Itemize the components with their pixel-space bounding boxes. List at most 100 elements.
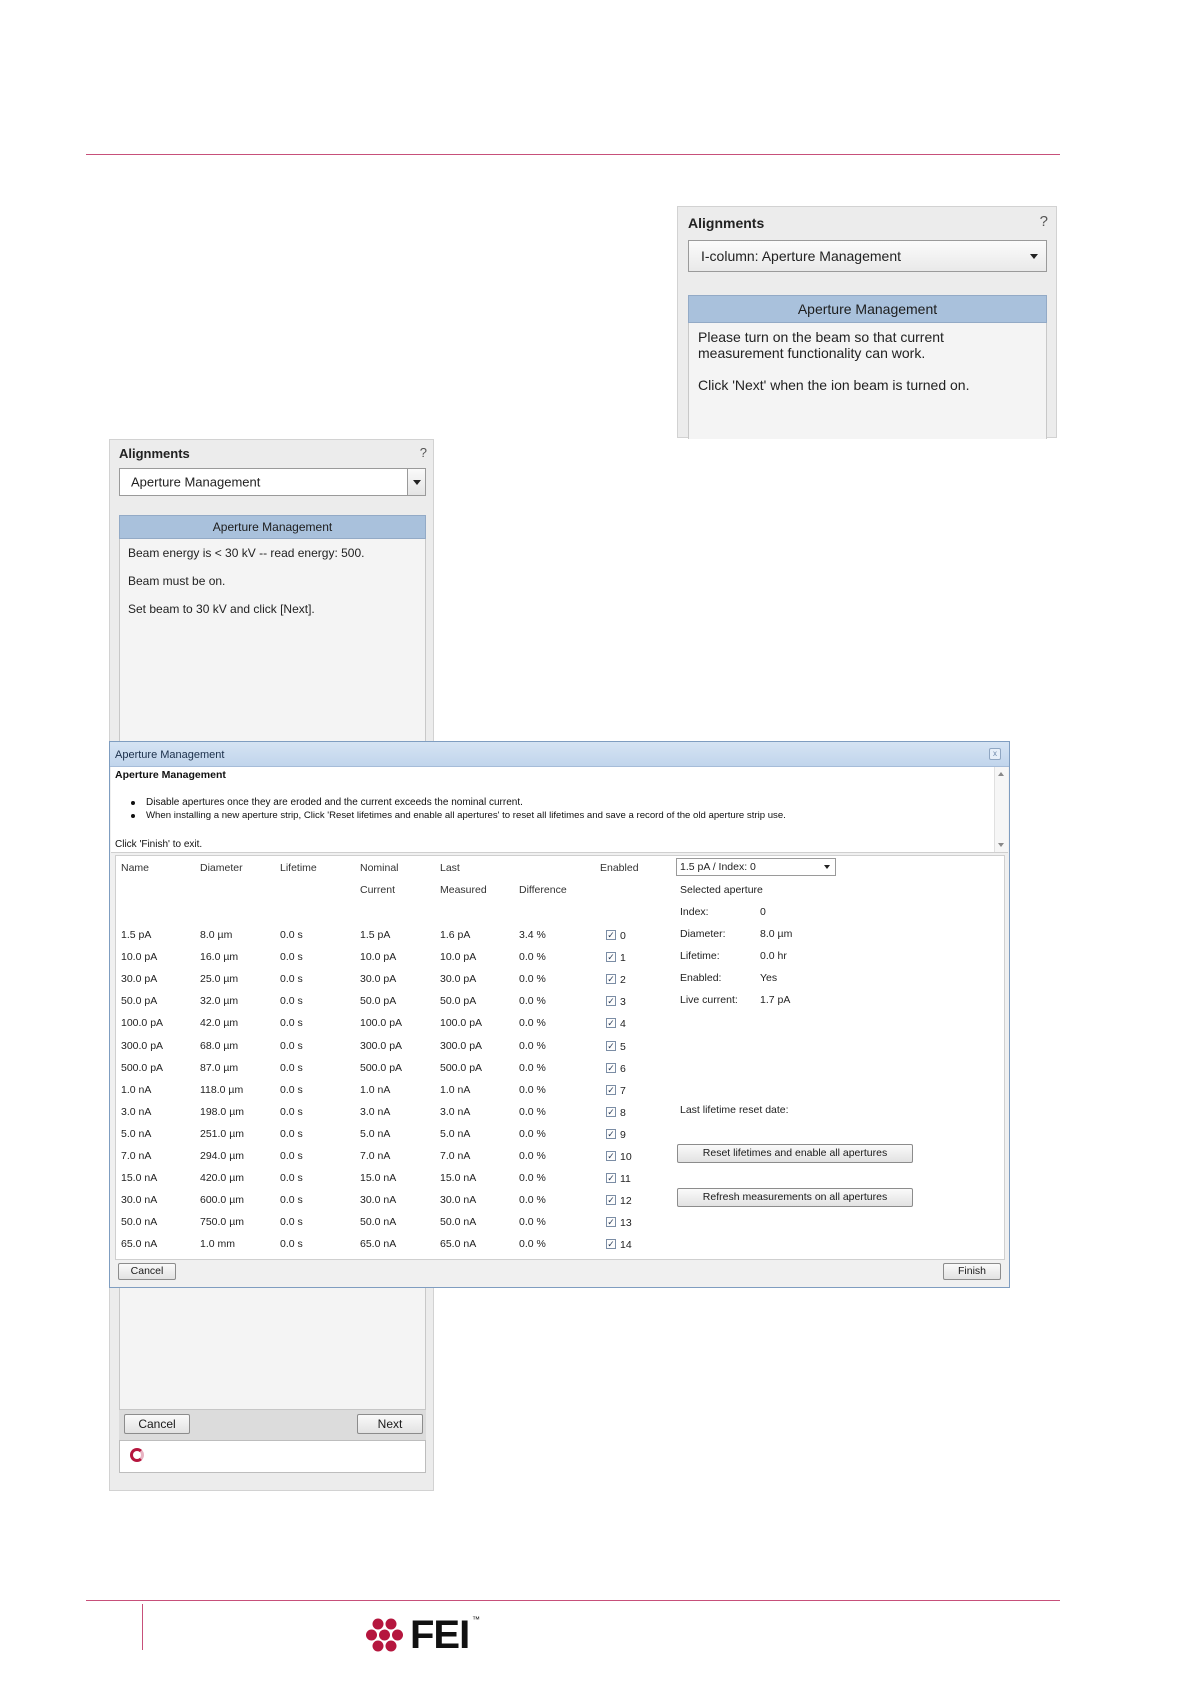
cell-nominal-current: 30.0 pA xyxy=(360,973,397,986)
refresh-measurements-button[interactable]: Refresh measurements on all apertures xyxy=(677,1188,913,1207)
aperture-index: 3 xyxy=(620,996,626,1009)
table-row[interactable]: 100.0 pA 42.0 µm 0.0 s 100.0 pA 100.0 pA 0.0 … xyxy=(116,1014,676,1036)
enabled-checkbox[interactable]: ✓ xyxy=(606,1217,616,1228)
enabled-checkbox[interactable]: ✓ xyxy=(606,1084,616,1095)
selected-aperture-heading: Selected aperture xyxy=(680,884,763,896)
aperture-index: 0 xyxy=(620,930,626,942)
bullet-icon xyxy=(131,814,135,818)
cell-diameter: 600.0 µm xyxy=(200,1194,244,1207)
table-row[interactable]: 50.0 nA 750.0 µm 0.0 s 50.0 nA 50.0 nA 0.0 % ✓… xyxy=(116,1213,676,1235)
col-header-last: Last xyxy=(440,862,460,874)
table-row[interactable]: 1.5 pA 8.0 µm 0.0 s 1.5 pA 1.6 pA 3.4 % ✓ 0 xyxy=(116,926,676,948)
cell-nominal-current: 500.0 pA xyxy=(360,1061,403,1074)
aperture-table-area: Name Diameter Lifetime Nominal Current L… xyxy=(115,855,1005,1260)
table-row[interactable]: 15.0 nA 420.0 µm 0.0 s 15.0 nA 15.0 nA 0.0 % ✓… xyxy=(116,1169,676,1191)
enabled-checkbox[interactable]: ✓ xyxy=(606,1151,616,1161)
help-icon[interactable]: ? xyxy=(420,445,427,460)
alignment-dropdown[interactable]: I-column: Aperture Management xyxy=(688,240,1047,272)
aperture-index: 9 xyxy=(620,1128,626,1141)
table-row[interactable]: 30.0 nA 600.0 µm 0.0 s 30.0 nA 30.0 nA 0.0 % ✓… xyxy=(116,1191,676,1213)
bullet-text: When installing a new aperture strip, Cl… xyxy=(146,810,786,821)
table-row[interactable]: 3.0 nA 198.0 µm 0.0 s 3.0 nA 3.0 nA 0.0 % ✓ 8 xyxy=(116,1103,676,1125)
cell-last-measured: 1.6 pA xyxy=(440,929,471,941)
detail-value: 0 xyxy=(760,906,766,918)
reset-date-label: Last lifetime reset date: xyxy=(680,1104,789,1116)
panel-title: Alignments xyxy=(688,215,765,231)
aperture-selector[interactable]: 1.5 pA / Index: 0 xyxy=(676,858,836,876)
enabled-checkbox[interactable]: ✓ xyxy=(606,1195,616,1206)
table-row[interactable]: 5.0 nA 251.0 µm 0.0 s 5.0 nA 5.0 nA 0.0 % ✓ 9 xyxy=(116,1125,676,1147)
reset-lifetimes-button[interactable]: Reset lifetimes and enable all apertures xyxy=(677,1144,913,1163)
section-header: Aperture Management xyxy=(688,295,1047,323)
enabled-checkbox[interactable]: ✓ xyxy=(606,1106,616,1117)
table-row[interactable]: 500.0 pA 87.0 µm 0.0 s 500.0 pA 500.0 pA 0.0 … xyxy=(116,1059,676,1081)
cell-nominal-current: 3.0 nA xyxy=(360,1105,391,1118)
table-row[interactable]: 50.0 pA 32.0 µm 0.0 s 50.0 pA 50.0 pA 0.0 % ✓ 3 xyxy=(116,992,676,1014)
cell-difference: 0.0 % xyxy=(519,1150,546,1162)
col-header-diameter: Diameter xyxy=(200,862,243,874)
enabled-checkbox[interactable]: ✓ xyxy=(606,996,616,1007)
cell-lifetime: 0.0 s xyxy=(280,973,303,986)
table-row[interactable]: 7.0 nA 294.0 µm 0.0 s 7.0 nA 7.0 nA 0.0 % ✓ 10 xyxy=(116,1147,676,1169)
table-row[interactable]: 65.0 nA 1.0 mm 0.0 s 65.0 nA 65.0 nA 0.0 % ✓ 14 xyxy=(116,1235,676,1257)
detail-label: Index: xyxy=(680,906,709,918)
info-scrollbar[interactable] xyxy=(994,767,1008,852)
alignment-dropdown[interactable]: Aperture Management xyxy=(119,468,426,496)
cell-name: 3.0 nA xyxy=(121,1105,152,1118)
aperture-index: 5 xyxy=(620,1040,626,1053)
cell-diameter: 294.0 µm xyxy=(200,1150,244,1162)
cell-diameter: 251.0 µm xyxy=(200,1127,244,1140)
table-row[interactable]: 1.0 nA 118.0 µm 0.0 s 1.0 nA 1.0 nA 0.0 % ✓ 7 xyxy=(116,1081,676,1103)
cell-nominal-current: 10.0 pA xyxy=(360,951,397,964)
table-row[interactable]: 30.0 pA 25.0 µm 0.0 s 30.0 pA 30.0 pA 0.0 % ✓ 2 xyxy=(116,970,676,992)
col-header-nominal-sub: Current xyxy=(360,884,396,896)
detail-label: Live current: xyxy=(680,994,738,1006)
help-icon[interactable]: ? xyxy=(1040,213,1048,230)
aperture-index: 7 xyxy=(620,1084,626,1097)
cell-lifetime: 0.0 s xyxy=(280,929,303,941)
cell-name: 30.0 nA xyxy=(121,1194,158,1207)
cell-lifetime: 0.0 s xyxy=(280,1083,303,1096)
table-row[interactable]: 300.0 pA 68.0 µm 0.0 s 300.0 pA 300.0 pA 0.0 … xyxy=(116,1037,676,1059)
detail-value: 0.0 hr xyxy=(760,950,787,962)
aperture-index: 10 xyxy=(620,1151,632,1163)
enabled-checkbox[interactable]: ✓ xyxy=(606,1128,616,1139)
cancel-button[interactable]: Cancel xyxy=(118,1263,176,1280)
enabled-checkbox[interactable]: ✓ xyxy=(606,1018,616,1029)
cell-nominal-current: 5.0 nA xyxy=(360,1127,391,1140)
cell-nominal-current: 50.0 nA xyxy=(360,1216,397,1229)
cell-name: 100.0 pA xyxy=(121,1017,164,1030)
status-box xyxy=(119,1440,426,1473)
table-row[interactable]: 10.0 pA 16.0 µm 0.0 s 10.0 pA 10.0 pA 0.0 % ✓ 1 xyxy=(116,948,676,970)
enabled-checkbox[interactable]: ✓ xyxy=(606,1239,616,1250)
cell-lifetime: 0.0 s xyxy=(280,1017,303,1030)
enabled-checkbox[interactable]: ✓ xyxy=(606,1040,616,1051)
detail-value: 1.7 pA xyxy=(760,994,791,1006)
scroll-down-icon[interactable] xyxy=(998,843,1004,847)
detail-label: Diameter: xyxy=(680,928,726,940)
finish-button[interactable]: Finish xyxy=(943,1263,1001,1280)
message-line: measurement functionality can work. xyxy=(698,345,926,361)
cell-last-measured: 65.0 nA xyxy=(440,1238,477,1251)
chevron-down-icon xyxy=(1030,254,1038,259)
aperture-index: 12 xyxy=(620,1195,632,1208)
cell-last-measured: 30.0 pA xyxy=(440,973,477,986)
close-icon[interactable]: x xyxy=(989,748,1001,760)
enabled-checkbox[interactable]: ✓ xyxy=(606,974,616,985)
next-button[interactable]: Next xyxy=(357,1414,423,1434)
cell-last-measured: 7.0 nA xyxy=(440,1150,471,1162)
cell-name: 65.0 nA xyxy=(121,1238,158,1251)
enabled-checkbox[interactable]: ✓ xyxy=(606,930,616,940)
cell-lifetime: 0.0 s xyxy=(280,1194,303,1207)
cell-diameter: 420.0 µm xyxy=(200,1172,244,1185)
dialog-titlebar: Aperture Management x xyxy=(110,742,1009,767)
cancel-button[interactable]: Cancel xyxy=(124,1414,190,1434)
enabled-checkbox[interactable]: ✓ xyxy=(606,952,616,963)
scroll-up-icon[interactable] xyxy=(998,772,1004,776)
cell-difference: 3.4 % xyxy=(519,929,546,941)
cell-nominal-current: 65.0 nA xyxy=(360,1238,397,1251)
dropdown-value: I-column: Aperture Management xyxy=(701,248,901,264)
cell-difference: 0.0 % xyxy=(519,1127,546,1140)
enabled-checkbox[interactable]: ✓ xyxy=(606,1062,616,1073)
enabled-checkbox[interactable]: ✓ xyxy=(606,1173,616,1184)
